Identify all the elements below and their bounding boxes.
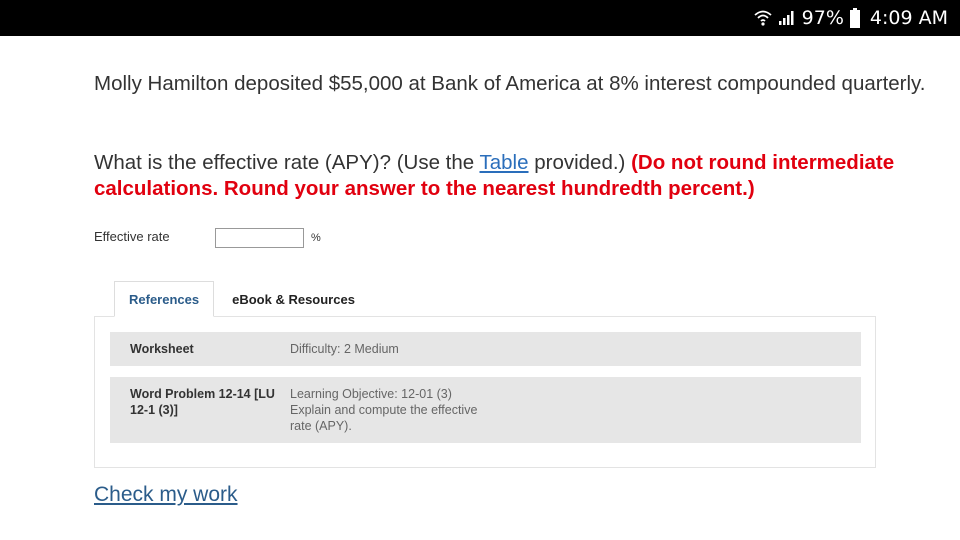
effective-rate-label: Effective rate (94, 229, 170, 244)
battery-percent: 97% (801, 7, 844, 29)
battery-icon (849, 8, 860, 28)
reference-key: Word Problem 12-14 [LU 12-1 (3)] (130, 387, 275, 417)
tab-ebook-resources[interactable]: eBook & Resources (214, 281, 369, 317)
check-my-work-link[interactable]: Check my work (94, 483, 238, 507)
reference-row: Worksheet Difficulty: 2 Medium (110, 332, 861, 366)
reference-row: Word Problem 12-14 [LU 12-1 (3)] Learnin… (110, 377, 861, 443)
tab-references[interactable]: References (114, 281, 215, 317)
question-prompt: What is the effective rate (APY)? (Use t… (94, 150, 954, 202)
wifi-icon (754, 10, 772, 26)
reference-value: Learning Objective: 12-01 (3) Explain an… (290, 387, 478, 433)
question-line-2: What is the effective rate (APY)? (Use t… (94, 151, 480, 174)
question-text: Molly Hamilton deposited $55,000 at Bank… (94, 71, 954, 97)
question-line-1: Molly Hamilton deposited $55,000 at Bank… (94, 72, 926, 95)
signal-icon (778, 10, 796, 26)
table-link[interactable]: Table (480, 151, 529, 174)
reference-value: Difficulty: 2 Medium (290, 342, 399, 356)
resource-tabs: References eBook & Resources (114, 281, 369, 317)
status-bar: 97% 4:09 AM (0, 0, 960, 36)
question-line-2-post: provided.) (528, 151, 632, 174)
references-panel: Worksheet Difficulty: 2 Medium Word Prob… (94, 316, 876, 468)
percent-unit: % (311, 232, 321, 244)
effective-rate-input[interactable] (215, 228, 304, 248)
reference-key: Worksheet (130, 342, 194, 356)
status-icons: 97% 4:09 AM (754, 0, 948, 36)
clock: 4:09 AM (869, 7, 948, 29)
